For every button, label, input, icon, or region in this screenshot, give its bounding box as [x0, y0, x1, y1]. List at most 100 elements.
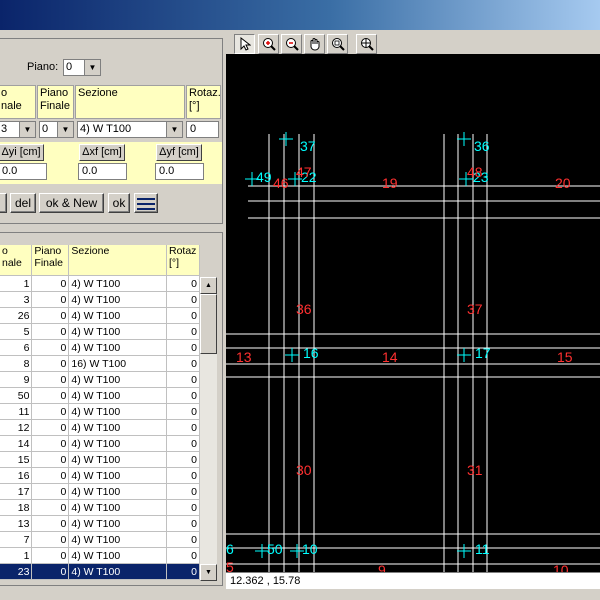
header-rotaz: Rotaz. [°]: [186, 85, 221, 119]
select-tool-button[interactable]: [234, 34, 255, 54]
window-title-bar: [0, 0, 600, 30]
piano-select[interactable]: 0 ▼: [63, 59, 101, 76]
cell-sezione: 16) W T100: [68, 355, 167, 372]
element-label: 19: [382, 175, 398, 191]
header-a: o nale: [0, 85, 36, 119]
cell-sezione: 4) W T100: [68, 387, 167, 404]
cell-a: 14: [0, 435, 33, 452]
cell-piano-finale: 0: [31, 419, 70, 436]
piano-finale-select[interactable]: 0 ▼: [39, 121, 74, 138]
table-row[interactable]: 6 0 4) W T100 0: [0, 339, 201, 356]
table-row[interactable]: 11 0 4) W T100 0: [0, 403, 201, 420]
prev-button[interactable]: [0, 193, 7, 213]
pan-button[interactable]: [304, 34, 325, 54]
cell-rotaz: 0: [166, 531, 201, 548]
cell-sezione: 4) W T100: [68, 483, 167, 500]
table-row[interactable]: 1 0 4) W T100 0: [0, 547, 201, 564]
structure-canvas[interactable]: 37 36 49 22 23 16 17 50 10 11 6 47 48 46 19 20 36 37 13 14 1…: [226, 54, 600, 572]
node-label: 37: [300, 138, 316, 154]
delta-yi-button[interactable]: Δyi [cm]: [0, 144, 44, 161]
cell-rotaz: 0: [166, 435, 201, 452]
table-row[interactable]: 23 0 4) W T100 0: [0, 563, 201, 580]
element-label: 47: [296, 164, 312, 180]
chevron-down-icon[interactable]: ▼: [84, 60, 100, 75]
sezione-select[interactable]: 4) W T100 ▼: [77, 121, 183, 138]
element-label: 5: [226, 559, 234, 572]
vertical-scrollbar[interactable]: ▲ ▼: [200, 277, 217, 581]
cell-piano-finale: 0: [31, 371, 70, 388]
zoom-in-icon: [262, 38, 276, 51]
delta-yf-input[interactable]: 0.0: [155, 163, 204, 180]
delta-xf-button[interactable]: Δxf [cm]: [79, 144, 125, 161]
chevron-down-icon[interactable]: ▼: [166, 122, 182, 137]
node-label: 50: [267, 541, 283, 557]
cell-sezione: 4) W T100: [68, 371, 167, 388]
ok-button[interactable]: ok: [108, 193, 130, 213]
element-label: 37: [467, 301, 483, 317]
node-label: 36: [474, 138, 490, 154]
cell-piano-finale: 0: [31, 483, 70, 500]
cell-piano-finale: 0: [31, 531, 70, 548]
elements-list-panel: o nale Piano Finale Sezione Rotaz [°] 10…: [0, 232, 223, 586]
table-row[interactable]: 13 0 4) W T100 0: [0, 515, 201, 532]
delta-xf-input[interactable]: 0.0: [78, 163, 127, 180]
cell-rotaz: 0: [166, 515, 201, 532]
table-row[interactable]: 18 0 4) W T100 0: [0, 499, 201, 516]
del-button[interactable]: del: [10, 193, 36, 213]
cell-sezione: 4) W T100: [68, 323, 167, 340]
cell-rotaz: 0: [166, 499, 201, 516]
pointer-icon: [240, 37, 251, 51]
scroll-up-icon[interactable]: ▲: [200, 277, 217, 294]
delta-yi-input[interactable]: 0.0: [0, 163, 47, 180]
table-row[interactable]: 16 0 4) W T100 0: [0, 467, 201, 484]
scroll-down-icon[interactable]: ▼: [200, 564, 217, 581]
cell-rotaz: 0: [166, 547, 201, 564]
table-row[interactable]: 1 0 4) W T100 0: [0, 275, 201, 292]
zoom-extents-button[interactable]: [356, 34, 377, 54]
element-label: 15: [557, 349, 573, 365]
node-label: 6: [226, 541, 234, 557]
scrollbar-thumb[interactable]: [200, 294, 217, 354]
node-label: 16: [303, 345, 319, 361]
rotaz-input[interactable]: 0: [186, 121, 219, 138]
node-labels: 37 3649 22 2316 1750 10 11647 4846 19 2036 3713 14 1…: [226, 138, 573, 572]
table-row[interactable]: 15 0 4) W T100 0: [0, 451, 201, 468]
zoom-window-button[interactable]: [327, 34, 348, 54]
element-label: 9: [378, 562, 386, 572]
cell-sezione: 4) W T100: [68, 467, 167, 484]
table-row[interactable]: 26 0 4) W T100 0: [0, 307, 201, 324]
cell-rotaz: 0: [166, 371, 201, 388]
delta-yf-button[interactable]: Δyf [cm]: [156, 144, 202, 161]
element-label: 48: [467, 164, 483, 180]
table-row[interactable]: 8 0 16) W T100 0: [0, 355, 201, 372]
table-row[interactable]: 7 0 4) W T100 0: [0, 531, 201, 548]
list-toggle-button[interactable]: [134, 193, 158, 213]
table-row[interactable]: 14 0 4) W T100 0: [0, 435, 201, 452]
cell-a: 1: [0, 275, 33, 292]
zoom-out-button[interactable]: [281, 34, 302, 54]
node-markers: [245, 132, 473, 558]
cell-piano-finale: 0: [31, 451, 70, 468]
cell-piano-finale: 0: [31, 515, 70, 532]
chevron-down-icon[interactable]: ▼: [19, 122, 35, 137]
table-row[interactable]: 5 0 4) W T100 0: [0, 323, 201, 340]
cell-a: 7: [0, 531, 33, 548]
cell-a: 16: [0, 467, 33, 484]
cell-piano-finale: 0: [31, 339, 70, 356]
zoom-in-button[interactable]: [258, 34, 279, 54]
chevron-down-icon[interactable]: ▼: [57, 122, 73, 137]
table-row[interactable]: 3 0 4) W T100 0: [0, 291, 201, 308]
cell-piano-finale: 0: [31, 307, 70, 324]
table-row[interactable]: 50 0 4) W T100 0: [0, 387, 201, 404]
cell-rotaz: 0: [166, 387, 201, 404]
element-label: 36: [296, 301, 312, 317]
cell-sezione: 4) W T100: [68, 419, 167, 436]
ok-new-button[interactable]: ok & New: [39, 193, 104, 213]
a-select[interactable]: 3 ▼: [0, 121, 36, 138]
table-row[interactable]: 12 0 4) W T100 0: [0, 419, 201, 436]
cell-a: 23: [0, 563, 33, 580]
element-label: 10: [553, 562, 569, 572]
table-row[interactable]: 9 0 4) W T100 0: [0, 371, 201, 388]
table-row[interactable]: 17 0 4) W T100 0: [0, 483, 201, 500]
col-header-rotaz: Rotaz [°]: [166, 245, 201, 276]
